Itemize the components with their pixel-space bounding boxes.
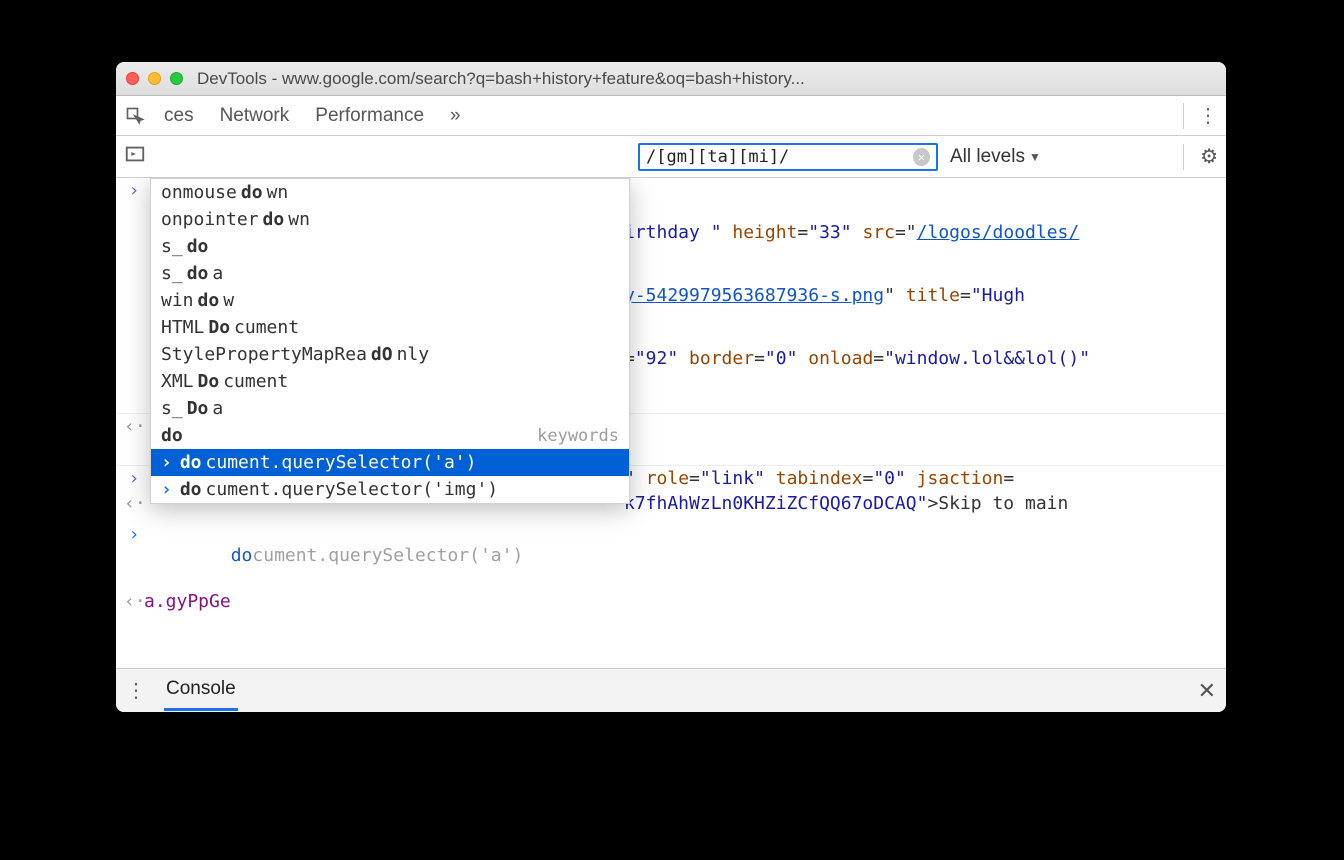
clear-filter-icon[interactable]: ✕ [913,148,930,166]
autocomplete-item[interactable]: s_Doa [151,395,629,422]
minimize-window-button[interactable] [148,72,161,85]
tabs-overflow-icon[interactable]: » [442,99,469,133]
divider [1183,103,1184,129]
panel-tabbar: ces Network Performance » ⋮ [116,96,1226,136]
divider [1183,144,1184,170]
output-chevron-icon: ‹· [124,591,144,612]
drawer-tab-console[interactable]: Console [164,670,238,711]
close-window-button[interactable] [126,72,139,85]
titlebar: DevTools - www.google.com/search?q=bash+… [116,62,1226,96]
devtools-window: DevTools - www.google.com/search?q=bash+… [116,62,1226,712]
autocomplete-popup: onmousedownonpointerdowns_dos_doawindowH… [150,178,630,504]
tab-partial-sources[interactable]: ces [156,99,202,133]
autocomplete-history-item[interactable]: ›document.querySelector('a') [151,449,629,476]
window-controls [126,72,183,85]
tab-performance[interactable]: Performance [307,99,432,133]
window-title: DevTools - www.google.com/search?q=bash+… [197,69,1216,89]
console-output-value: a.gyPpGe [144,591,231,612]
prompt-typed: do [231,545,253,566]
console-filter-input[interactable] [646,147,913,167]
prompt-chevron-icon: › [124,524,144,545]
autocomplete-item[interactable]: dokeywords [151,422,629,449]
close-drawer-icon[interactable]: ✕ [1198,678,1216,704]
prompt-ghost-completion: cument.querySelector('a') [252,545,523,566]
autocomplete-item[interactable]: onmousedown [151,179,629,206]
autocomplete-item[interactable]: StylePropertyMapReadOnly [151,341,629,368]
output-chevron-icon: ‹· [124,493,144,514]
autocomplete-item[interactable]: s_doa [151,260,629,287]
more-options-icon[interactable]: ⋮ [1198,103,1218,128]
log-levels-label: All levels [950,146,1025,168]
expand-chevron-icon[interactable]: › [124,468,144,489]
drawer-menu-icon[interactable]: ⋮ [126,678,146,703]
autocomplete-item[interactable]: HTMLDocument [151,314,629,341]
chevron-down-icon: ▼ [1029,150,1041,164]
autocomplete-item[interactable]: XMLDocument [151,368,629,395]
expand-chevron-icon[interactable]: › [124,180,144,201]
log-levels-dropdown[interactable]: All levels ▼ [950,146,1041,168]
console-filter[interactable]: ✕ [638,143,938,171]
console-toolbar: ✕ All levels ▼ ⚙ [116,136,1226,178]
tab-network[interactable]: Network [212,99,298,133]
autocomplete-item[interactable]: window [151,287,629,314]
autocomplete-item[interactable]: onpointerdown [151,206,629,233]
drawer: ⋮ Console ✕ [116,668,1226,712]
live-expression-icon[interactable] [124,143,146,170]
inspect-element-icon[interactable] [124,105,146,127]
console-body: › irthday " height="33" src="/logos/dood… [116,178,1226,668]
zoom-window-button[interactable] [170,72,183,85]
autocomplete-item[interactable]: s_do [151,233,629,260]
autocomplete-history-item[interactable]: ›document.querySelector('img') [151,476,629,503]
output-chevron-icon: ‹· [124,416,144,437]
console-output-row: ‹· a.gyPpGe [116,589,1226,614]
console-prompt[interactable]: › document.querySelector('a') [116,522,1226,589]
settings-gear-icon[interactable]: ⚙ [1200,144,1218,169]
